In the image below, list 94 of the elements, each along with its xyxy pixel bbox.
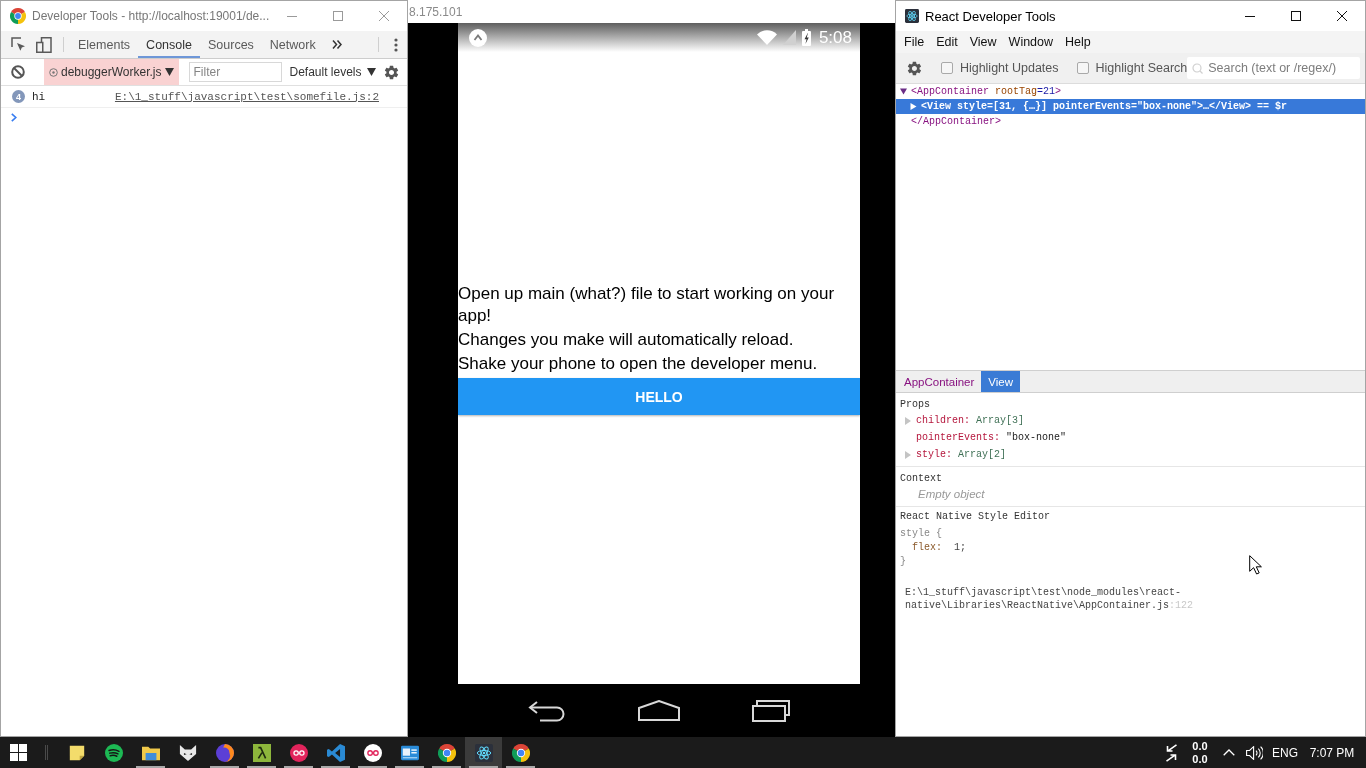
- minimize-icon: [287, 15, 297, 17]
- rings-icon: [363, 743, 382, 762]
- prop-value: "box-none": [1006, 432, 1067, 443]
- taskbar-app-button[interactable]: [465, 737, 502, 768]
- network-speed: 0.0: [1192, 752, 1208, 766]
- prop-name: style:: [916, 449, 952, 460]
- close-icon: [379, 11, 389, 21]
- prop-value: Array[2]: [958, 449, 1007, 460]
- code-line: }: [900, 555, 906, 569]
- double-chevron-icon: [331, 40, 342, 49]
- language-indicator[interactable]: ENG: [1267, 737, 1303, 768]
- context-icon: [49, 67, 58, 77]
- tree-row[interactable]: <View style=[31, {…}] pointerEvents="box-none">…</View> == $r: [896, 99, 1365, 114]
- caret-icon: [366, 68, 376, 76]
- code-line: style {: [900, 527, 942, 541]
- maximize-icon: [1291, 11, 1301, 21]
- filter-field[interactable]: Filter: [188, 62, 282, 82]
- fox-icon: [178, 743, 197, 762]
- dots-icon: [394, 37, 398, 52]
- chevron-up-icon: [1223, 749, 1235, 756]
- card-icon: [400, 743, 419, 762]
- checkbox-label[interactable]: Highlight Updates: [959, 61, 1059, 75]
- search-icon: [1192, 62, 1204, 74]
- checkbox-label[interactable]: Highlight Search: [1095, 61, 1188, 75]
- section-title: Props: [900, 398, 930, 412]
- sound-waves-icon: [104, 743, 123, 762]
- panel-tab[interactable]: Elements: [70, 31, 139, 58]
- levels-dropdown[interactable]: Default levels: [289, 65, 376, 79]
- chevron-up-circle-icon: [469, 28, 487, 47]
- message-text: Open up main (what?) file to start working on your app!: [458, 283, 836, 327]
- note-icon: [67, 743, 86, 762]
- menu-item[interactable]: Window: [1002, 31, 1060, 53]
- ribbon-icon: [326, 743, 345, 762]
- section-title: React Native Style Editor: [900, 510, 1051, 524]
- orb-icon: [215, 743, 234, 762]
- checkbox[interactable]: [1076, 62, 1089, 74]
- volume-icon: [1245, 745, 1263, 760]
- search-field[interactable]: Search (text or /regex/): [1187, 57, 1360, 79]
- context-dropdown[interactable]: debuggerWorker.js: [44, 59, 179, 85]
- prop-name: pointerEvents:: [916, 432, 1000, 443]
- source-link[interactable]: E:\1_stuff\javascript\test\somefile.js:2: [114, 90, 379, 103]
- diagonal-arrows-icon: [1164, 743, 1178, 762]
- network-speed: 0.0: [1192, 739, 1208, 753]
- panel-tab[interactable]: Network: [261, 31, 324, 58]
- address-text: 8.175.101: [409, 4, 463, 19]
- style-value[interactable]: 1;: [954, 541, 967, 555]
- settings-icon: [382, 63, 400, 81]
- close-icon: [1337, 11, 1347, 21]
- clock-text[interactable]: 7:07 PM: [1303, 737, 1361, 768]
- home-icon: [638, 700, 680, 721]
- message-text: Changes you make will automatically reload.: [458, 329, 795, 351]
- windows-logo-icon: [9, 744, 27, 761]
- browser-icon: [10, 8, 26, 24]
- menu-item[interactable]: File: [898, 31, 931, 53]
- log-message: hi: [32, 90, 46, 103]
- inspect-icon: [10, 37, 26, 52]
- breadcrumb-tab[interactable]: View: [981, 371, 1021, 392]
- section-title: Context: [900, 472, 942, 486]
- rings-icon: [289, 743, 308, 762]
- block-icon: [11, 65, 25, 79]
- menu-item[interactable]: Help: [1059, 31, 1097, 53]
- prompt-chevron-icon: [11, 112, 17, 122]
- atom-icon: [905, 9, 919, 23]
- count-badge: 4: [12, 90, 25, 103]
- prop-name: children:: [916, 415, 970, 426]
- back-arrow-icon: [528, 699, 566, 722]
- maximize-icon: [333, 11, 343, 21]
- wifi-icon: [756, 30, 777, 45]
- minimize-icon: [1245, 15, 1255, 17]
- mouse-pointer-icon: [1249, 555, 1262, 575]
- window-title: React Developer Tools: [925, 8, 1057, 24]
- tree-row[interactable]: <AppContainer rootTag=21>: [896, 84, 1365, 99]
- tree-row[interactable]: </AppContainer>: [896, 114, 1365, 129]
- atom-icon: [474, 743, 493, 762]
- panel-tab[interactable]: Sources: [200, 31, 262, 58]
- menu-item[interactable]: Edit: [930, 31, 964, 53]
- signal-icon: [782, 30, 796, 45]
- empty-text: Empty object: [918, 487, 985, 502]
- battery-charging-icon: [801, 29, 811, 46]
- status-time: 5:08: [818, 27, 852, 48]
- caret-icon: [164, 68, 174, 76]
- checkbox[interactable]: [940, 62, 953, 74]
- device-icon: [36, 36, 52, 53]
- window-title: Developer Tools - http://localhost:19001/de...: [32, 9, 269, 23]
- style-property[interactable]: flex:: [912, 541, 942, 555]
- message-text: Shake your phone to open the developer menu.: [458, 353, 819, 375]
- breadcrumb-tab[interactable]: AppContainer: [897, 371, 982, 392]
- settings-icon[interactable]: [906, 59, 923, 77]
- prop-value: Array[3]: [976, 415, 1025, 426]
- recents-icon: [752, 699, 790, 722]
- lambda-icon: [252, 743, 271, 762]
- browser-icon: [511, 743, 530, 762]
- menu-item[interactable]: View: [963, 31, 1003, 53]
- browser-icon: [437, 743, 456, 762]
